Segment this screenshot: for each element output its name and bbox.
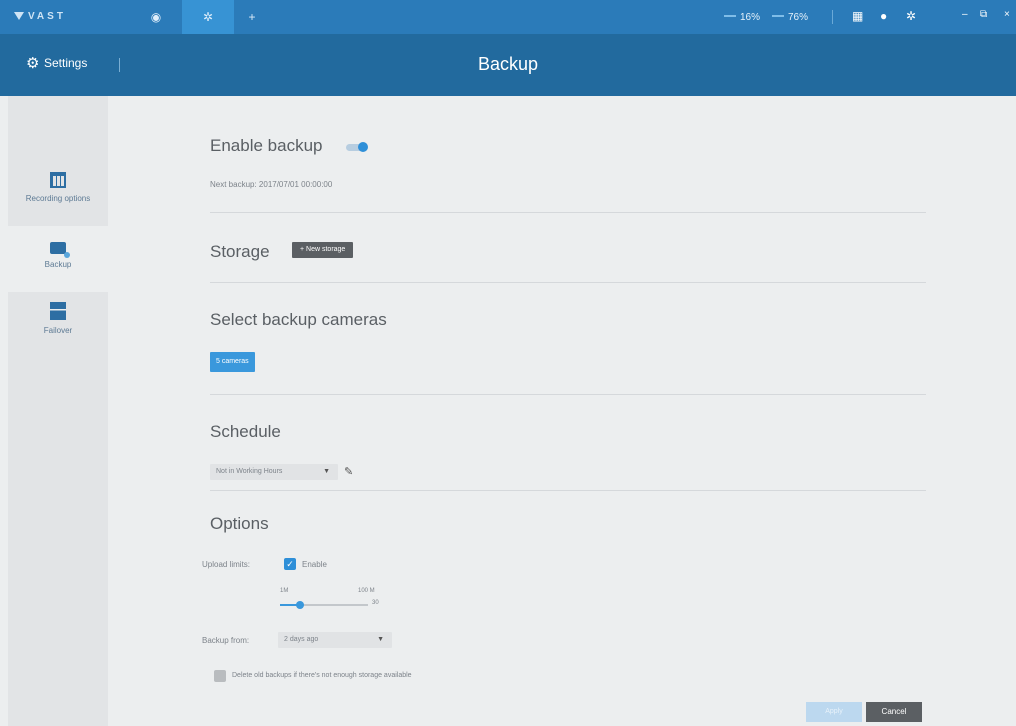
upload-limit-slider-handle[interactable] — [296, 601, 304, 609]
cpu-usage: 16% — [724, 12, 760, 23]
backup-from-select[interactable]: 2 days ago ▼ — [278, 632, 392, 648]
edit-pencil-icon[interactable]: ✎ — [344, 465, 353, 478]
sidebar-item-label: Recording options — [25, 194, 91, 203]
top-bar: VAST ◉ ✲ + 16% 76% ▦ ● ✲ – ⧉ × — [0, 0, 1016, 34]
gear-icon: ✲ — [202, 10, 214, 24]
new-storage-button[interactable]: + New storage — [292, 242, 354, 258]
select-backup-cameras-title: Select backup cameras — [210, 310, 387, 329]
section-divider — [210, 282, 926, 283]
logo-icon — [14, 12, 24, 20]
memory-bar-icon — [772, 15, 784, 17]
schedule-select-value: Not in Working Hours — [216, 468, 283, 475]
upload-limits-label: Upload limits: — [202, 560, 251, 569]
memory-usage: 76% — [772, 12, 808, 23]
sidebar-item-failover[interactable]: Failover — [8, 292, 108, 358]
page-header: ⚙ Settings Backup — [0, 34, 1016, 96]
vast-logo: VAST — [14, 11, 66, 22]
section-divider — [210, 212, 926, 213]
enable-backup-toggle[interactable] — [346, 142, 368, 152]
topbar-divider — [832, 10, 833, 24]
chevron-down-icon: ▼ — [323, 468, 330, 475]
enable-label: Enable — [302, 560, 327, 569]
slider-max-label: 100 M — [358, 588, 375, 594]
eye-icon: ◉ — [150, 10, 162, 24]
sidebar-item-recording-options[interactable]: Recording options — [8, 160, 108, 226]
checkmark-icon: ✓ — [286, 559, 294, 569]
calendar-icon — [50, 172, 66, 188]
tab-liveview[interactable]: ◉ — [130, 0, 182, 34]
backup-from-label: Backup from: — [202, 636, 250, 645]
sidebar-item-label: Failover — [43, 326, 73, 335]
schedule-select[interactable]: Not in Working Hours ▼ — [210, 464, 338, 480]
cancel-button[interactable]: Cancel — [866, 702, 922, 722]
memory-value: 76% — [788, 12, 809, 23]
cameras-button[interactable]: 5 cameras — [210, 352, 255, 372]
page-title: Backup — [477, 54, 539, 74]
delete-old-backups-label: Delete old backups if there's not enough… — [232, 672, 412, 679]
enable-backup-title: Enable backup — [210, 136, 323, 155]
schedule-title: Schedule — [210, 422, 281, 441]
slider-value-label: 30 — [372, 600, 379, 606]
cpu-value: 16% — [740, 12, 761, 23]
hard-drive-icon — [50, 242, 70, 258]
settings-sidebar: Recording options Backup Failover — [8, 96, 108, 726]
restore-icon[interactable]: ⧉ — [980, 9, 987, 20]
sidebar-item-label: Backup — [44, 260, 72, 269]
section-divider — [210, 490, 926, 491]
delete-old-backups-checkbox[interactable] — [214, 670, 226, 682]
plus-icon: + — [248, 10, 256, 24]
backup-from-select-value: 2 days ago — [284, 636, 319, 643]
section-divider — [210, 394, 926, 395]
bell-icon[interactable]: ● — [880, 9, 887, 23]
grid-icon[interactable]: ▦ — [852, 9, 863, 23]
tab-add[interactable]: + — [226, 0, 278, 34]
minimize-icon[interactable]: – — [962, 9, 968, 20]
settings-gear-icon[interactable]: ✲ — [906, 9, 916, 23]
next-backup-text: Next backup: 2017/07/01 00:00:00 — [210, 180, 333, 189]
sidebar-item-backup[interactable]: Backup — [8, 226, 108, 292]
chevron-down-icon: ▼ — [377, 636, 384, 643]
slider-min-label: 1M — [280, 588, 289, 594]
storage-title: Storage — [210, 242, 270, 261]
cpu-bar-icon — [724, 15, 736, 17]
close-icon[interactable]: × — [1004, 9, 1010, 20]
upload-limits-checkbox[interactable]: ✓ — [284, 558, 296, 570]
logo-text: VAST — [28, 11, 66, 22]
failover-icon — [50, 302, 66, 320]
options-title: Options — [210, 514, 269, 533]
apply-button[interactable]: Apply — [806, 702, 862, 722]
